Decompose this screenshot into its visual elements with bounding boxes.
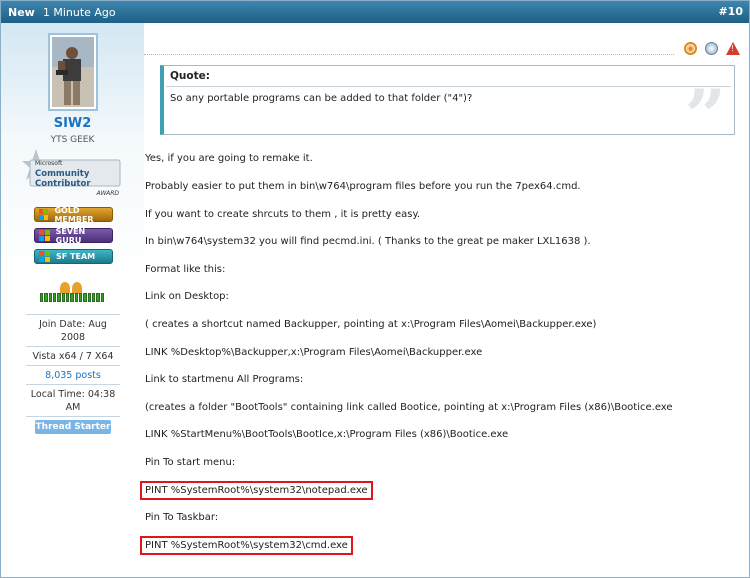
- post-line: Link to startmenu All Programs:: [145, 374, 304, 385]
- user-info-column: SIW2 YTS GEEK Microsoft Community Contri…: [1, 23, 144, 577]
- microsoft-award-badge: Microsoft Community Contributor AWARD: [22, 149, 122, 197]
- avatar[interactable]: [48, 33, 98, 111]
- forum-post: New 1 Minute Ago #10 SIW2 YTS GEEK Micro…: [0, 0, 750, 578]
- post-icons: ◉ !: [684, 42, 740, 55]
- rank-label: SEVEN GURU: [55, 226, 86, 245]
- local-time: Local Time: 04:38 AM: [26, 385, 120, 417]
- username-link[interactable]: SIW2: [1, 116, 144, 131]
- quote-divider: [166, 86, 731, 87]
- post-line: Format like this:: [145, 264, 226, 275]
- award-label: AWARD: [96, 190, 119, 197]
- post-time: 1 Minute Ago: [42, 5, 116, 19]
- divider: [144, 54, 674, 55]
- post-line: In bin\w764\system32 you will find pecmd…: [145, 236, 591, 247]
- post-line: Link on Desktop:: [145, 291, 229, 302]
- user-os: Vista x64 / 7 X64: [26, 347, 120, 366]
- award-name: Community Contributor: [35, 169, 91, 189]
- rank-badge-gold-member: GOLD MEMBER: [34, 205, 113, 224]
- thread-starter-badge: Thread Starter: [35, 420, 111, 434]
- post-header: New 1 Minute Ago #10: [1, 1, 749, 23]
- windows-logo-icon: [39, 209, 49, 220]
- user-details: Join Date: Aug 2008 Vista x64 / 7 X64 8,…: [26, 314, 120, 434]
- rank-label: GOLD MEMBER: [54, 205, 94, 224]
- reputation-icon[interactable]: [705, 42, 718, 55]
- quote-title: Quote:: [170, 70, 210, 82]
- post-line: Pin To start menu:: [145, 457, 236, 468]
- post-line: Yes, if you are going to remake it.: [145, 153, 313, 164]
- reputation-bar[interactable]: [40, 293, 104, 302]
- post-body: ◉ ! Quote: So any portable programs can …: [140, 23, 750, 577]
- ip-icon[interactable]: ◉: [684, 42, 697, 55]
- post-line: LINK %StartMenu%\BootTools\BootIce,x:\Pr…: [145, 429, 509, 440]
- quote-text: So any portable programs can be added to…: [170, 93, 473, 104]
- quote-mark-icon: ”: [684, 73, 726, 158]
- windows-logo-icon: [39, 251, 50, 262]
- post-line: ( creates a shortcut named Backupper, po…: [145, 319, 597, 330]
- rank-label: SF TEAM: [56, 252, 96, 261]
- report-icon[interactable]: !: [726, 42, 740, 55]
- highlighted-command: PINT %SystemRoot%\system32\notepad.exe: [140, 481, 373, 500]
- user-title: YTS GEEK: [50, 135, 95, 145]
- post-count-link[interactable]: 8,035 posts: [26, 366, 120, 385]
- award-brand: Microsoft: [35, 160, 63, 167]
- post-line: If you want to create shrcuts to them , …: [145, 209, 421, 220]
- highlighted-command: PINT %SystemRoot%\system32\cmd.exe: [140, 536, 353, 555]
- new-badge: New: [8, 5, 35, 19]
- rank-badge-sf-team: SF TEAM: [34, 249, 113, 264]
- quote-block: Quote: So any portable programs can be a…: [160, 65, 735, 152]
- join-date: Join Date: Aug 2008: [26, 315, 120, 347]
- post-line: Probably easier to put them in bin\w764\…: [145, 181, 581, 192]
- post-line: LINK %Desktop%\Backupper,x:\Program File…: [145, 347, 483, 358]
- windows-logo-icon: [39, 230, 50, 241]
- post-line: Pin To Taskbar:: [145, 512, 219, 523]
- rank-badge-seven-guru: SEVEN GURU: [34, 226, 113, 245]
- avatar-image: [52, 37, 94, 107]
- post-number-link[interactable]: #10: [718, 5, 743, 18]
- post-line: (creates a folder "BootTools" containing…: [145, 402, 673, 413]
